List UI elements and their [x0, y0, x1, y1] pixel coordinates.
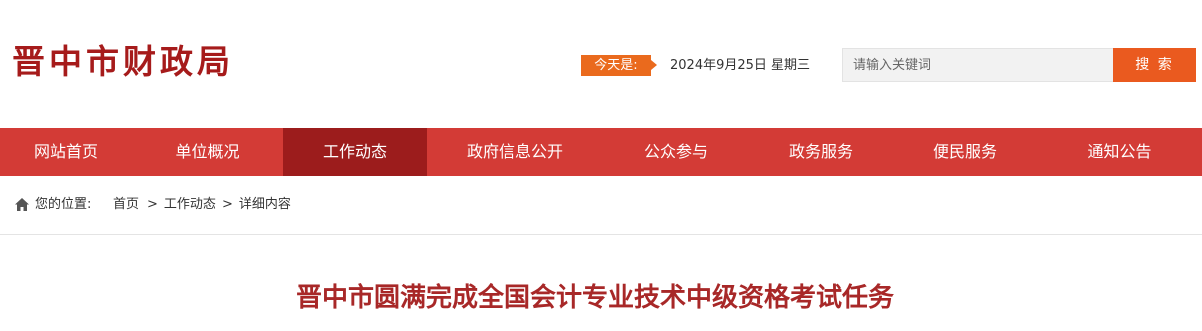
- nav-item-about[interactable]: 单位概况: [132, 128, 283, 176]
- breadcrumb-label: 您的位置:: [35, 197, 92, 212]
- breadcrumb-current: 详细内容: [238, 197, 291, 212]
- site-header: 晋中市财政局 今天是: 2024年9月25日 星期三 搜 索: [0, 0, 1202, 128]
- search-button[interactable]: 搜 索: [1113, 48, 1196, 82]
- today-label: 今天是:: [581, 55, 651, 76]
- breadcrumb-separator: >: [221, 197, 233, 212]
- nav-item-gov-services[interactable]: 政务服务: [749, 128, 893, 176]
- nav-item-home[interactable]: 网站首页: [0, 128, 132, 176]
- nav-item-public-participation[interactable]: 公众参与: [603, 128, 749, 176]
- article-title: 晋中市圆满完成全国会计专业技术中级资格考试任务: [295, 283, 894, 313]
- nav-item-notices[interactable]: 通知公告: [1037, 128, 1202, 176]
- breadcrumb-separator: >: [147, 197, 158, 212]
- site-logo[interactable]: 晋中市财政局: [12, 40, 234, 84]
- breadcrumb-home-link[interactable]: 首页: [113, 190, 139, 220]
- search-box: [842, 48, 1114, 82]
- main-nav: 网站首页 单位概况 工作动态 政府信息公开 公众参与 政务服务 便民服务 通知公…: [0, 128, 1202, 176]
- nav-item-convenience[interactable]: 便民服务: [893, 128, 1037, 176]
- nav-item-work-news[interactable]: 工作动态: [283, 128, 427, 176]
- breadcrumb: 您的位置: 首页 > 工作动态 > 详细内容: [0, 190, 1202, 220]
- nav-item-gov-info[interactable]: 政府信息公开: [427, 128, 603, 176]
- content-divider: [0, 234, 1202, 235]
- badge-arrow-icon: [651, 60, 657, 70]
- current-date: 2024年9月25日 星期三: [670, 58, 811, 73]
- breadcrumb-work-news-link[interactable]: 工作动态: [164, 190, 216, 220]
- search-input[interactable]: [843, 49, 1113, 81]
- today-badge: 今天是:: [581, 55, 657, 76]
- home-icon: [15, 198, 29, 211]
- breadcrumb-trail: 首页 > 工作动态 > 详细内容: [113, 190, 291, 220]
